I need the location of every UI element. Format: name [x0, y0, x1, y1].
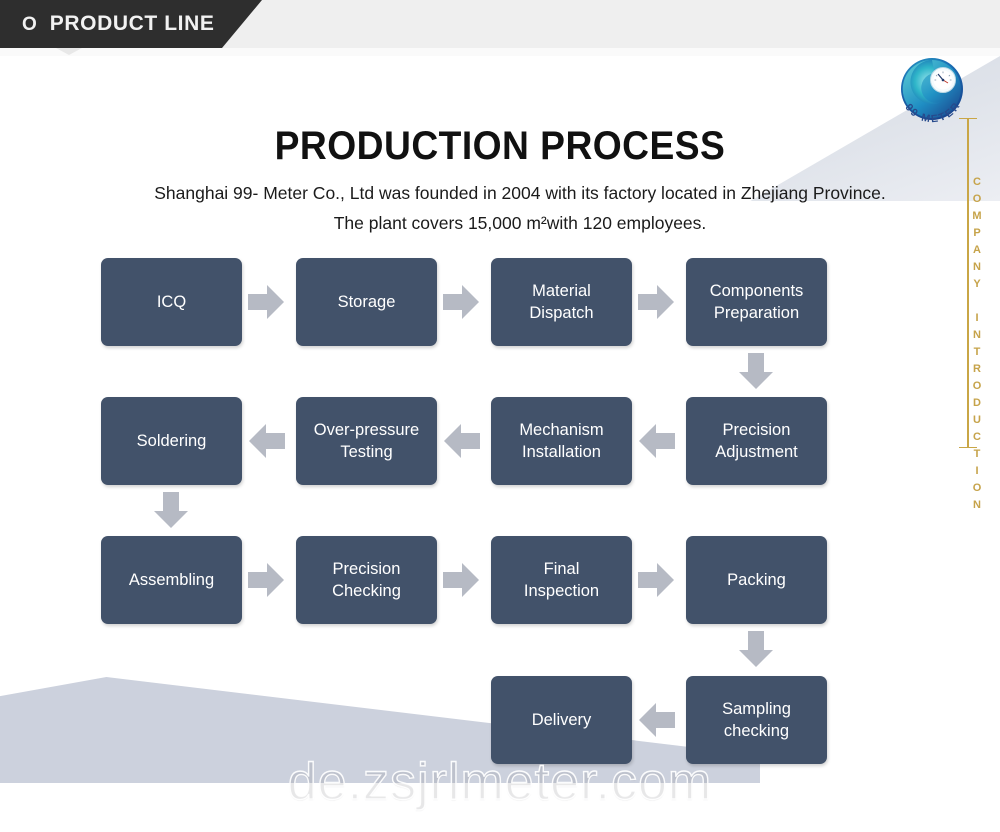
process-box-label-line1: Mechanism: [519, 421, 604, 439]
intro-paragraph: Shanghai 99- Meter Co., Ltd was founded …: [154, 183, 886, 233]
process-box-label: Storage: [337, 293, 396, 311]
circle-o-icon: O: [22, 13, 37, 35]
product-line-tab[interactable]: O PRODUCT LINE: [0, 0, 262, 48]
arrow-down-soldering-to-assembling: [154, 492, 188, 528]
page-root: O PRODUCT LINE 99 METER COMPANY INTRODUC…: [0, 0, 1000, 832]
arrow-left-precision-adjustment-to-mechanism: [639, 424, 675, 458]
process-box-mechanism-installation[interactable]: Mechanism Installation: [491, 397, 632, 485]
top-banner: O PRODUCT LINE: [0, 0, 1000, 48]
process-box-label: Delivery: [531, 711, 592, 729]
process-box-material-dispatch[interactable]: Material Dispatch: [491, 258, 632, 346]
arrow-right-precision-checking-to-final-inspection: [443, 563, 479, 597]
arrow-left-overpressure-to-soldering: [249, 424, 285, 458]
process-box-precision-checking[interactable]: Precision Checking: [296, 536, 437, 624]
process-box-label-line2: Adjustment: [715, 443, 798, 461]
process-box-final-inspection[interactable]: Final Inspection: [491, 536, 632, 624]
page-title: PRODUCTION PROCESS: [274, 124, 726, 168]
process-box-sampling-checking[interactable]: Sampling checking: [686, 676, 827, 764]
process-box-label-line2: Testing: [340, 443, 393, 461]
company-introduction-vertical-label: COMPANY INTRODUCTION: [971, 176, 983, 516]
banner-underline: [0, 48, 1000, 56]
process-box-label-line1: Over-pressure: [313, 421, 420, 439]
arrow-left-sampling-checking-to-delivery: [639, 703, 675, 737]
arrow-right-assembling-to-precision-checking: [248, 563, 284, 597]
process-box-components-preparation[interactable]: Components Preparation: [686, 258, 827, 346]
product-line-label: PRODUCT LINE: [49, 12, 215, 35]
process-box-packing[interactable]: Packing: [686, 536, 827, 624]
process-box-label-line2: Installation: [522, 443, 601, 461]
process-box-label-line2: Checking: [332, 582, 401, 600]
process-box-label-line1: Material: [532, 282, 591, 300]
process-box-delivery[interactable]: Delivery: [491, 676, 632, 764]
process-box-precision-adjustment[interactable]: Precision Adjustment: [686, 397, 827, 485]
arrow-right-material-dispatch-to-components: [638, 285, 674, 319]
process-box-icq[interactable]: ICQ: [101, 258, 242, 346]
process-box-label-line2: Dispatch: [529, 304, 594, 322]
process-box-label: ICQ: [156, 293, 187, 311]
process-box-label-line1: Sampling: [722, 700, 791, 718]
process-box-assembling[interactable]: Assembling: [101, 536, 242, 624]
arrow-right-storage-to-material-dispatch: [443, 285, 479, 319]
process-box-label-line1: Components: [709, 282, 804, 300]
process-box-label-line1: Precision: [722, 421, 791, 439]
process-box-label-line1: Final: [543, 560, 580, 578]
process-box-label: Assembling: [128, 571, 215, 589]
site-watermark: de.zsjrlmeter.com: [287, 752, 713, 811]
process-box-storage[interactable]: Storage: [296, 258, 437, 346]
process-box-label-line2: Inspection: [523, 582, 600, 600]
arrow-right-icq-to-storage: [248, 285, 284, 319]
99meter-swirl-logo: 99 METER: [893, 52, 971, 134]
arrow-left-mechanism-to-overpressure: [444, 424, 480, 458]
process-box-label: Soldering: [136, 432, 207, 450]
process-box-label-line1: Precision: [332, 560, 401, 578]
process-box-label-line2: Preparation: [713, 304, 800, 322]
process-box-soldering[interactable]: Soldering: [101, 397, 242, 485]
process-box-label-line2: checking: [723, 722, 790, 740]
arrow-down-components-to-precision-adjustment: [739, 353, 773, 389]
arrow-down-packing-to-sampling-checking: [739, 631, 773, 667]
process-box-label: Packing: [727, 571, 786, 589]
arrow-right-final-inspection-to-packing: [638, 563, 674, 597]
process-box-over-pressure-testing[interactable]: Over-pressure Testing: [296, 397, 437, 485]
